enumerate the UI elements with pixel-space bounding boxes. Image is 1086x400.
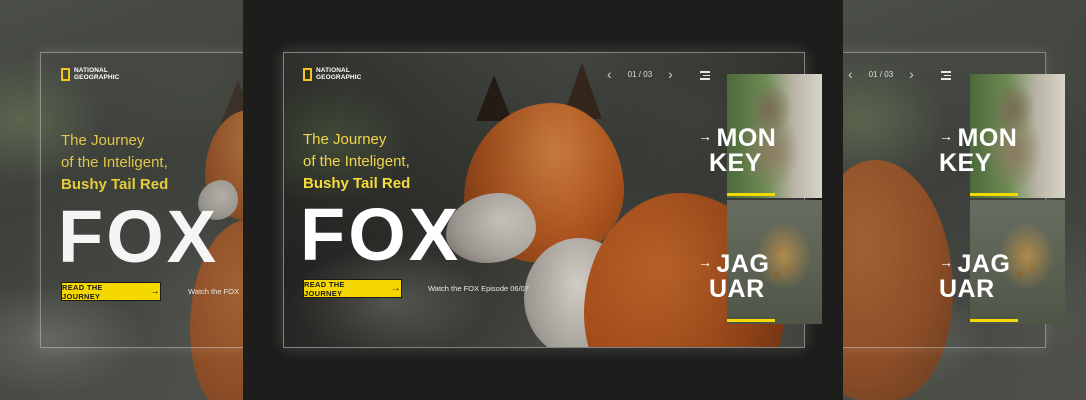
thumbnail-label-monkey[interactable]: → MON KEY — [939, 124, 1017, 176]
arrow-right-icon: → — [698, 254, 713, 270]
menu-icon[interactable] — [941, 71, 951, 82]
tagline-line1: The Journey — [61, 132, 145, 149]
read-journey-label: READ THE JOURNEY — [62, 282, 103, 301]
next-slide-preview: ‹ 01 / 03 › → MON KEY → JAG UAR — [843, 0, 1086, 400]
national-geographic-logo[interactable]: NATIONAL GEOGRAPHIC — [61, 67, 119, 81]
jaguar-label-line1: JAG — [957, 250, 1011, 278]
page-indicator: 01 / 03 — [627, 69, 653, 79]
thumbnail-label-jaguar[interactable]: → JAG UAR — [698, 250, 769, 302]
logo-frame-icon — [303, 67, 312, 81]
tagline-line1: The Journey — [303, 131, 387, 148]
read-journey-button[interactable]: READ THE JOURNEY → — [303, 279, 402, 298]
monkey-label-line1: MON — [716, 124, 777, 152]
watch-episode-link[interactable]: Watch the FOX Episode 06/07 — [428, 284, 529, 293]
thumbnail-label-jaguar[interactable]: → JAG UAR — [939, 250, 1010, 302]
tagline: The Journey of the Inteligent, Bushy Tai… — [303, 129, 410, 195]
tagline: The Journey of the Inteligent, Bushy Tai… — [61, 130, 168, 196]
tagline-line2: of the Inteligent, — [61, 154, 168, 171]
progress-bar — [727, 193, 775, 196]
monkey-label-line2: KEY — [939, 149, 992, 177]
read-journey-label: READ THE JOURNEY — [304, 279, 345, 298]
page-indicator: 01 / 03 — [868, 69, 894, 79]
menu-icon[interactable] — [700, 71, 710, 82]
arrow-right-icon: → — [939, 128, 954, 144]
thumbnail-label-monkey[interactable]: → MON KEY — [698, 124, 776, 176]
arrow-right-icon: → — [149, 286, 160, 297]
slide-title: FOX — [300, 193, 462, 276]
watch-episode-link[interactable]: Watch the FOX — [188, 287, 239, 296]
logo-text-line1: NATIONAL — [74, 67, 108, 74]
jaguar-label-line2: UAR — [939, 275, 995, 303]
progress-bar — [727, 319, 775, 322]
national-geographic-logo[interactable]: NATIONAL GEOGRAPHIC — [303, 67, 361, 81]
chevron-right-icon[interactable]: › — [668, 67, 673, 81]
read-journey-button[interactable]: READ THE JOURNEY → — [61, 282, 161, 301]
logo-frame-icon — [61, 67, 70, 81]
logo-text-line2: GEOGRAPHIC — [74, 74, 120, 81]
tagline-line2: of the Inteligent, — [303, 153, 410, 170]
chevron-left-icon[interactable]: ‹ — [607, 67, 612, 81]
slide-title: FOX — [58, 195, 220, 278]
chevron-left-icon[interactable]: ‹ — [848, 67, 853, 81]
monkey-label-line1: MON — [957, 124, 1018, 152]
tagline-line3: Bushy Tail Red — [61, 176, 169, 193]
jaguar-label-line1: JAG — [716, 250, 770, 278]
tagline-line3: Bushy Tail Red — [303, 175, 411, 192]
pager: ‹ 01 / 03 › — [607, 67, 673, 81]
jaguar-label-line2: UAR — [709, 275, 765, 303]
arrow-right-icon: → — [939, 254, 954, 270]
previous-slide-preview: NATIONAL GEOGRAPHIC The Journey of the In… — [0, 0, 243, 400]
arrow-right-icon: → — [390, 283, 401, 294]
logo-text-line1: NATIONAL — [316, 67, 350, 74]
logo-text-line2: GEOGRAPHIC — [316, 74, 362, 81]
monkey-label-line2: KEY — [709, 149, 762, 177]
chevron-right-icon[interactable]: › — [909, 67, 914, 81]
pager: ‹ 01 / 03 › — [848, 67, 914, 81]
arrow-right-icon: → — [698, 128, 713, 144]
